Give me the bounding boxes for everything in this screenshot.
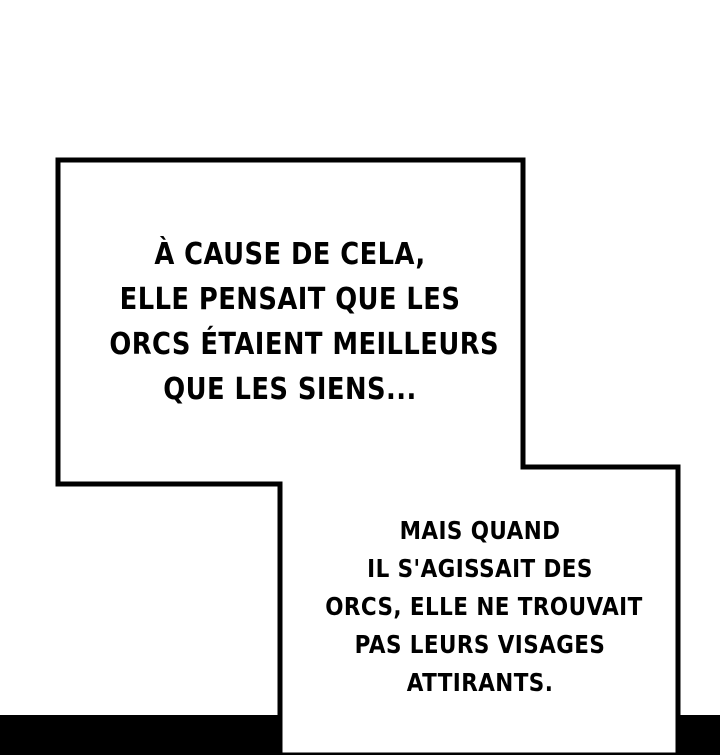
comic-page: À CAUSE DE CELA, ELLE PENSAIT QUE LES OR… [0, 0, 720, 755]
caption-bottom-line: ORCS, ELLE NE TROUVAIT [325, 592, 643, 621]
caption-bottom: MAIS QUAND IL S'AGISSAIT DES ORCS, ELLE … [325, 512, 643, 702]
caption-bottom-line: IL S'AGISSAIT DES [367, 554, 593, 583]
caption-top-line: ORCS ÉTAIENT MEILLEURS [109, 327, 500, 362]
caption-top-line: À CAUSE DE CELA, [154, 237, 426, 272]
caption-bottom-line: ATTIRANTS. [406, 668, 554, 697]
caption-bottom-line: MAIS QUAND [399, 516, 561, 545]
caption-top: À CAUSE DE CELA, ELLE PENSAIT QUE LES OR… [109, 232, 500, 412]
caption-top-line: ELLE PENSAIT QUE LES [119, 282, 461, 317]
caption-bottom-line: PAS LEURS VISAGES [354, 630, 606, 659]
caption-top-line: QUE LES SIENS... [163, 372, 417, 407]
